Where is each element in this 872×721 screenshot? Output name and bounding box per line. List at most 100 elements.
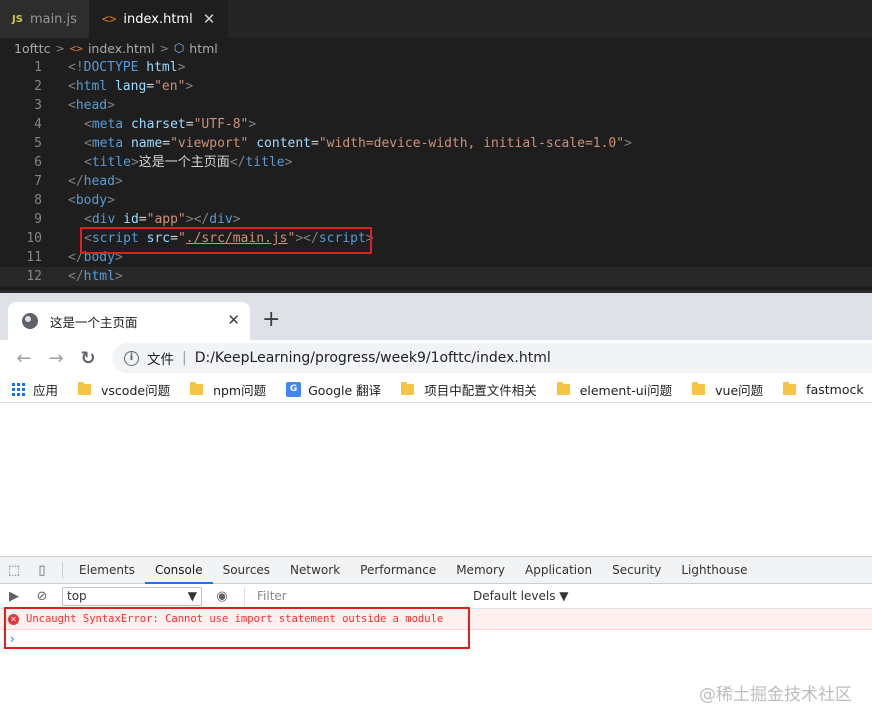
eye-icon[interactable]: ◉ <box>208 589 236 604</box>
address-url: D:/KeepLearning/progress/week9/1ofttc/in… <box>194 350 551 366</box>
inspect-element-icon[interactable]: ⬚ <box>0 563 28 578</box>
html-file-icon: <> <box>101 12 117 26</box>
bookmark-label: npm问题 <box>213 382 267 398</box>
code-line: 7 </head> <box>0 172 872 191</box>
filter-input[interactable]: Filter <box>244 586 459 606</box>
bookmark-label: element-ui问题 <box>579 382 673 398</box>
code-text: <meta charset="UTF-8"> <box>84 117 257 132</box>
line-number: 2 <box>34 79 42 94</box>
console-toolbar: ▶ ⊘ top ▼ ◉ Filter Default levels ▼ <box>0 584 872 609</box>
breadcrumb: 1ofttc > <> index.html > ⬡ html <box>0 38 872 58</box>
folder-icon <box>783 381 797 395</box>
dropdown-arrow-icon: ▼ <box>187 589 197 603</box>
tab-lighthouse[interactable]: Lighthouse <box>671 557 757 584</box>
bookmark-folder[interactable]: vue问题 <box>692 380 763 399</box>
cube-icon: ⬡ <box>173 41 185 55</box>
folder-icon <box>190 381 204 395</box>
bookmark-apps[interactable]: 应用 <box>12 380 58 399</box>
browser-tab-title: 这是一个主页面 <box>50 314 138 330</box>
show-sidebar-icon[interactable]: ▶ <box>0 589 28 604</box>
code-line: 5 <meta name="viewport" content="width=d… <box>0 134 872 153</box>
line-number: 12 <box>26 269 42 284</box>
tab-main-js[interactable]: JS main.js <box>0 0 90 38</box>
code-text: <html lang="en"> <box>68 79 194 94</box>
tab-console[interactable]: Console <box>144 557 213 584</box>
js-file-icon: JS <box>12 13 23 25</box>
folder-icon <box>78 381 92 395</box>
code-line: 3 <head> <box>0 96 872 115</box>
bookmark-folder[interactable]: 项目中配置文件相关 <box>401 380 537 399</box>
chevron-right-icon: > <box>55 41 65 55</box>
tab-elements[interactable]: Elements <box>69 557 145 584</box>
highlight-box-script-tag <box>80 227 372 254</box>
watermark: @稀土掘金技术社区 <box>699 685 852 705</box>
line-number: 7 <box>34 174 42 189</box>
code-line: 8 <body> <box>0 191 872 210</box>
address-protocol: 文件 <box>147 352 174 368</box>
line-number: 3 <box>34 98 42 113</box>
close-tab-icon[interactable]: ✕ <box>227 311 240 329</box>
new-tab-button[interactable]: + <box>262 307 280 332</box>
tab-label: main.js <box>29 11 77 27</box>
address-divider: | <box>182 350 187 366</box>
google-translate-icon: G <box>286 381 302 397</box>
line-number: 4 <box>34 117 42 132</box>
tab-sources[interactable]: Sources <box>213 557 280 584</box>
bookmark-folder[interactable]: npm问题 <box>190 380 266 399</box>
breadcrumb-symbol[interactable]: html <box>189 41 217 56</box>
browser-window: 这是一个主页面 ✕ + ← → ↻ i 文件 | D:/KeepLearning… <box>0 293 872 721</box>
line-number: 5 <box>34 136 42 151</box>
line-number: 6 <box>34 155 42 170</box>
code-text: <!DOCTYPE html> <box>68 60 186 75</box>
bookmark-folder[interactable]: vscode问题 <box>78 380 170 399</box>
browser-toolbar: ← → ↻ i 文件 | D:/KeepLearning/progress/we… <box>0 340 872 376</box>
bookmark-folder[interactable]: element-ui问题 <box>556 380 673 399</box>
reload-icon[interactable]: ↻ <box>72 348 104 369</box>
highlight-box-error <box>4 607 470 649</box>
tab-label: index.html <box>123 11 193 27</box>
tab-index-html[interactable]: <> index.html ✕ <box>89 0 229 38</box>
bookmark-google-translate[interactable]: G Google 翻译 <box>286 380 381 399</box>
address-bar[interactable]: i 文件 | D:/KeepLearning/progress/week9/1o… <box>112 343 872 373</box>
editor-tab-bar: JS main.js <> index.html ✕ <box>0 0 872 38</box>
code-text: </html> <box>68 269 123 284</box>
divider <box>62 562 63 578</box>
bookmark-label: fastmock <box>806 381 864 397</box>
line-number: 1 <box>34 60 42 75</box>
bookmark-label: 项目中配置文件相关 <box>424 382 537 398</box>
bookmark-label: 应用 <box>33 382 59 398</box>
context-value: top <box>67 589 87 603</box>
folder-icon <box>692 381 706 395</box>
browser-tab-strip: 这是一个主页面 ✕ + <box>0 293 872 340</box>
tab-network[interactable]: Network <box>280 557 350 584</box>
browser-tab[interactable]: 这是一个主页面 ✕ <box>8 302 250 340</box>
code-text: <title>这是一个主页面</title> <box>84 155 293 170</box>
breadcrumb-file[interactable]: index.html <box>88 41 155 56</box>
code-line-current: 12 </html> <box>0 267 872 286</box>
code-line: 6 <title>这是一个主页面</title> <box>0 153 872 172</box>
tab-memory[interactable]: Memory <box>446 557 515 584</box>
code-text: <body> <box>68 193 115 208</box>
info-icon[interactable]: i <box>124 350 139 366</box>
code-text: </head> <box>68 174 123 189</box>
code-line: 4 <meta charset="UTF-8"> <box>0 115 872 134</box>
bookmark-folder[interactable]: fastmock <box>783 381 864 397</box>
page-viewport <box>0 403 872 556</box>
close-icon[interactable]: ✕ <box>203 10 216 28</box>
folder-icon <box>556 381 570 395</box>
forward-arrow-icon[interactable]: → <box>40 348 72 369</box>
context-selector[interactable]: top ▼ <box>62 586 202 606</box>
line-number: 11 <box>26 250 42 265</box>
code-line: 1 <!DOCTYPE html> <box>0 58 872 77</box>
device-toolbar-icon[interactable]: ▯ <box>28 563 56 578</box>
line-number: 10 <box>26 231 42 246</box>
back-arrow-icon[interactable]: ← <box>8 348 40 369</box>
breadcrumb-folder[interactable]: 1ofttc <box>14 41 50 56</box>
clear-console-icon[interactable]: ⊘ <box>28 589 56 604</box>
tab-application[interactable]: Application <box>515 557 602 584</box>
tab-security[interactable]: Security <box>602 557 671 584</box>
code-editor: JS main.js <> index.html ✕ 1ofttc > <> i… <box>0 0 872 293</box>
filter-placeholder: Filter <box>257 589 287 603</box>
tab-performance[interactable]: Performance <box>350 557 446 584</box>
log-levels-dropdown[interactable]: Default levels ▼ <box>473 589 569 603</box>
